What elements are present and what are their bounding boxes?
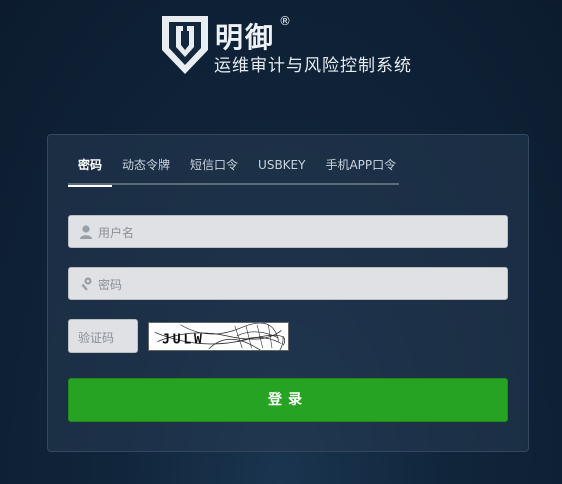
auth-method-tabs: 密码 动态令牌 短信口令 USBKEY 手机APP口令 — [68, 155, 399, 187]
key-icon — [81, 277, 92, 291]
login-button[interactable]: 登录 — [68, 378, 508, 422]
brand-subtitle: 运维审计与风险控制系统 — [214, 56, 412, 76]
tab-sms-code[interactable]: 短信口令 — [180, 155, 248, 185]
password-placeholder: 密码 — [98, 278, 123, 292]
shield-logo-icon — [162, 16, 208, 74]
brand-name: 明御 — [215, 21, 276, 54]
registered-mark: ® — [279, 14, 291, 28]
user-icon — [80, 225, 92, 239]
tab-usbkey[interactable]: USBKEY — [248, 155, 315, 185]
captcha-image[interactable]: JULW — [148, 322, 289, 351]
username-placeholder: 用户名 — [98, 226, 135, 240]
captcha-text: JULW — [162, 332, 205, 347]
password-field[interactable]: 密码 — [68, 267, 508, 300]
tab-mobile-app-code[interactable]: 手机APP口令 — [315, 155, 406, 185]
username-field[interactable]: 用户名 — [68, 215, 508, 248]
tab-dynamic-token[interactable]: 动态令牌 — [112, 155, 180, 185]
captcha-placeholder: 验证码 — [78, 331, 115, 345]
login-panel: 密码 动态令牌 短信口令 USBKEY 手机APP口令 用户名 密码 验证码 J… — [47, 134, 529, 452]
tab-password[interactable]: 密码 — [68, 155, 113, 187]
brand-logo: 明御 ® 运维审计与风险控制系统 — [160, 14, 420, 76]
captcha-input[interactable]: 验证码 — [68, 319, 138, 353]
